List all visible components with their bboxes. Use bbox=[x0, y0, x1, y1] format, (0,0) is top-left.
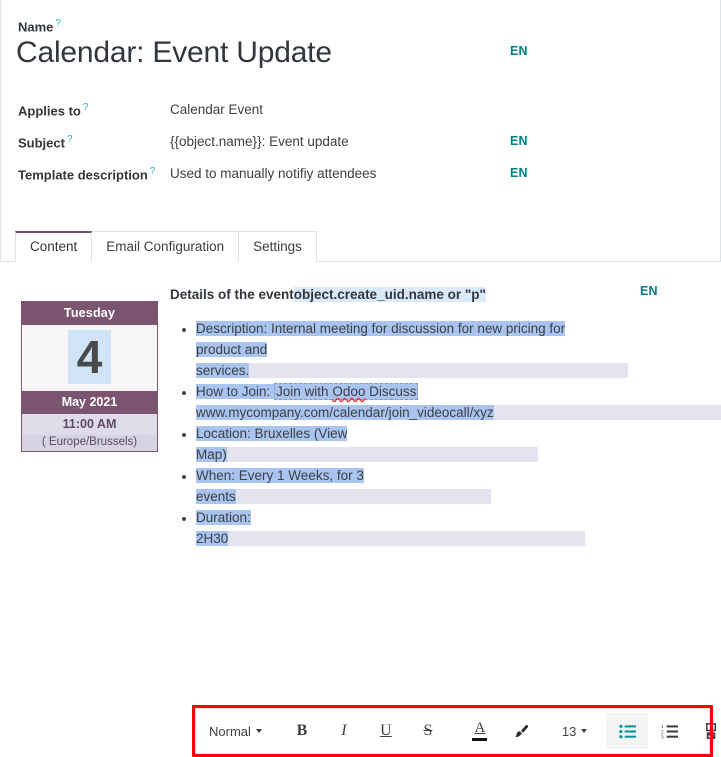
details-heading: Details of the eventobject.create_uid.na… bbox=[170, 284, 590, 305]
calendar-day-box: 4 bbox=[22, 325, 157, 391]
applies-to-value[interactable]: Calendar Event bbox=[170, 102, 263, 117]
how-to-join-prefix: How to Join: bbox=[196, 384, 275, 399]
spellcheck-word: Odoo bbox=[332, 384, 366, 399]
tab-settings[interactable]: Settings bbox=[239, 231, 317, 262]
calendar-weekday: Tuesday bbox=[22, 302, 157, 325]
selection-tail bbox=[249, 363, 629, 378]
list-item: Duration: 2H30 bbox=[196, 507, 590, 549]
details-prefix: Details of the event bbox=[170, 287, 294, 302]
tab-content[interactable]: Content bbox=[15, 231, 93, 263]
help-icon[interactable]: ? bbox=[55, 18, 61, 29]
join-discuss-link-text: Join with Odoo Discuss bbox=[276, 384, 417, 399]
template-description-label-text: Template description bbox=[18, 167, 148, 183]
join-discuss-link[interactable]: OdooJoin with Odoo Discuss bbox=[274, 383, 419, 400]
selection-tail bbox=[493, 405, 721, 420]
help-icon[interactable]: ? bbox=[83, 102, 89, 113]
lang-badge-subject[interactable]: EN bbox=[510, 134, 528, 148]
applies-to-label: Applies to? bbox=[18, 102, 88, 118]
join-url[interactable]: www.mycompany.com/calendar/join_videocal… bbox=[196, 405, 494, 420]
calendar-time: 11:00 AM bbox=[22, 414, 157, 435]
applies-to-label-text: Applies to bbox=[18, 103, 81, 119]
selection-tail bbox=[228, 531, 585, 546]
page-title[interactable]: Calendar: Event Update bbox=[16, 36, 332, 70]
calendar-day: 4 bbox=[67, 330, 112, 384]
selection-tail bbox=[235, 489, 491, 504]
tab-panel-content: Tuesday 4 May 2021 11:00 AM ( Europe/Bru… bbox=[0, 262, 721, 757]
subject-label: Subject? bbox=[18, 134, 73, 150]
when-prefix: When: bbox=[196, 468, 239, 483]
tab-email-configuration[interactable]: Email Configuration bbox=[92, 231, 240, 262]
lang-badge-name[interactable]: EN bbox=[510, 44, 528, 58]
event-detail-list: Description: Internal meeting for discus… bbox=[170, 318, 721, 549]
calendar-timezone: ( Europe/Brussels) bbox=[22, 435, 157, 451]
template-description-label: Template description? bbox=[18, 166, 155, 182]
list-item: How to Join: OdooJoin with Odoo Discuss w… bbox=[196, 381, 721, 423]
description-prefix: Description: bbox=[196, 321, 272, 336]
name-label-text: Name bbox=[18, 19, 54, 35]
email-body-editor[interactable]: Details of the eventobject.create_uid.na… bbox=[170, 284, 721, 549]
subject-label-text: Subject bbox=[18, 135, 65, 151]
email-template-form: Name? Calendar: Event Update EN Applies … bbox=[0, 0, 721, 757]
list-item: Description: Internal meeting for discus… bbox=[196, 318, 629, 381]
duration-text: 2H30 bbox=[196, 531, 229, 546]
notebook-tabs: Content Email Configuration Settings bbox=[0, 231, 721, 263]
subject-value[interactable]: {{object.name}}: Event update bbox=[170, 134, 349, 149]
lang-badge-template-description[interactable]: EN bbox=[510, 166, 528, 180]
location-prefix: Location: bbox=[196, 426, 255, 441]
toolbar-highlight-box bbox=[192, 705, 713, 757]
name-field-label: Name? bbox=[18, 18, 61, 34]
selection-tail bbox=[226, 447, 539, 462]
sheet-left-border bbox=[0, 0, 1, 262]
duration-prefix: Duration: bbox=[196, 510, 251, 525]
help-icon[interactable]: ? bbox=[150, 166, 156, 177]
list-item: When: Every 1 Weeks, for 3 events bbox=[196, 465, 590, 507]
lang-badge-content[interactable]: EN bbox=[640, 284, 658, 298]
calendar-widget: Tuesday 4 May 2021 11:00 AM ( Europe/Bru… bbox=[21, 301, 158, 452]
details-expression: object.create_uid.name or "p" bbox=[293, 287, 486, 302]
calendar-month-year: May 2021 bbox=[22, 391, 157, 414]
list-item: Location: Bruxelles (View Map) bbox=[196, 423, 590, 465]
template-description-value[interactable]: Used to manually notifiy attendees bbox=[170, 166, 376, 181]
help-icon[interactable]: ? bbox=[67, 134, 73, 145]
